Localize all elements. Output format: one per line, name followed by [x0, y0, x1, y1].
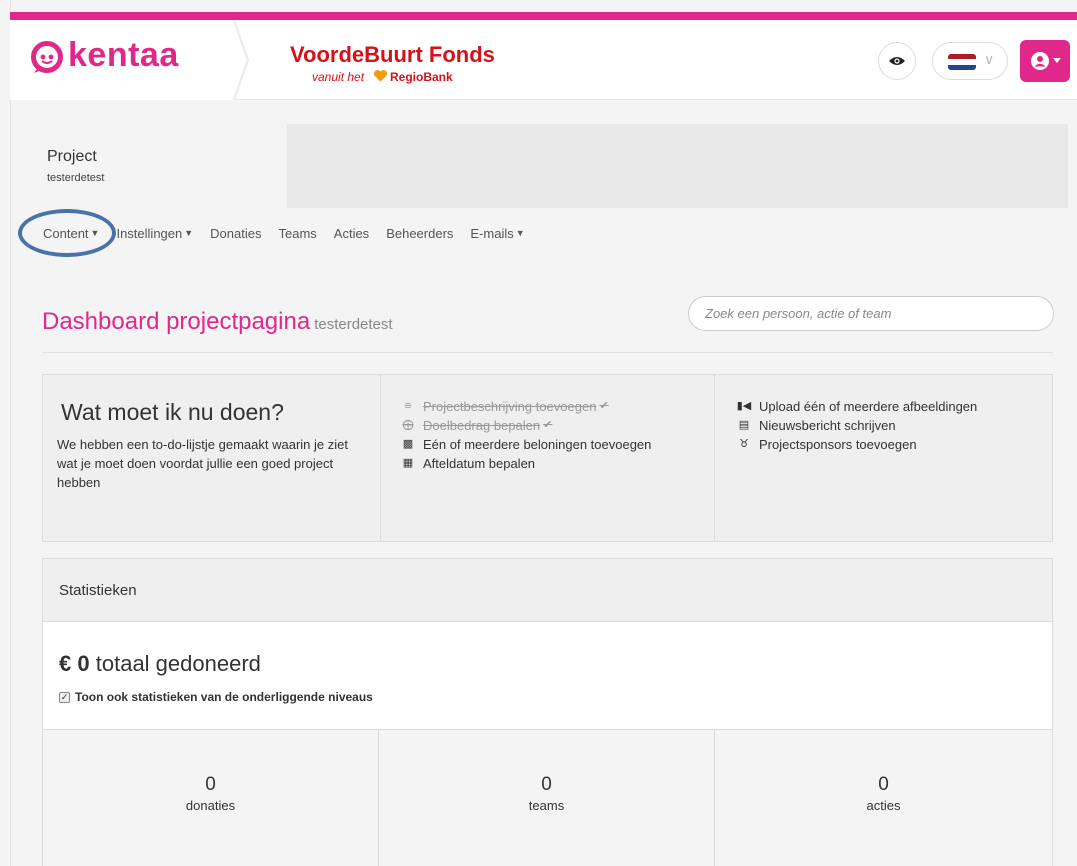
task-item[interactable]: ⨁ Doelbedrag bepalen ✔ — [400, 416, 651, 435]
eye-icon — [889, 57, 905, 65]
language-select[interactable]: ∨ — [932, 42, 1008, 80]
video-camera-icon: ▮◀ — [736, 400, 752, 412]
check-icon: ✔ — [599, 400, 609, 412]
counter-label: acties — [866, 798, 901, 813]
task-item[interactable]: ▦ Afteldatum bepalen — [400, 454, 651, 473]
preview-button[interactable] — [878, 42, 916, 80]
calendar-icon: ▦ — [402, 457, 414, 469]
counter-teams: 0 teams — [379, 730, 715, 866]
project-tab-bar: Project testerdetest — [27, 124, 1068, 208]
page-title-project: testerdetest — [314, 316, 393, 333]
page-title: Dashboard projectpagina testerdetest — [42, 308, 393, 335]
task-item[interactable]: ≡ Projectbeschrijving toevoegen ✔ — [400, 397, 651, 416]
counter-label: teams — [528, 798, 565, 813]
task-list: ≡ Projectbeschrijving toevoegen ✔ ⨁ Doelbed… — [400, 397, 652, 473]
counter-donaties: 0 donaties — [43, 730, 379, 866]
caret-down-icon: ▼ — [184, 228, 194, 238]
todo-heading: Wat moet ik nu doen? — [61, 399, 284, 425]
logo-separator — [220, 20, 250, 100]
nav-instellingen[interactable]: Instellingen ▼ — [116, 226, 193, 241]
counter-label: donaties — [185, 798, 236, 813]
top-header: kentaa VoordeBuurt Fonds vanuit het Regi… — [10, 20, 1077, 100]
counter-value: 0 — [205, 774, 216, 795]
caret-down-icon: ▼ — [515, 228, 525, 238]
top-accent-bar — [10, 12, 1077, 20]
brand-subtitle: vanuit het — [312, 70, 365, 84]
counter-acties: 0 acties — [715, 730, 1052, 866]
align-left-icon: ≡ — [404, 400, 412, 412]
crosshairs-icon: ⨁ — [402, 419, 414, 431]
todo-panel: Wat moet ik nu doen? We hebben een to-do… — [42, 374, 1053, 542]
task-list: ▮◀ Upload één of meerdere afbeeldingen ▤ N… — [736, 397, 978, 454]
total-amount: € 0 — [59, 651, 90, 676]
nav-teams[interactable]: Teams — [278, 226, 316, 241]
brand-bank: RegioBank — [390, 70, 453, 84]
heart-icon — [373, 70, 388, 82]
total-donated: € 0 totaal gedoneerd — [59, 651, 261, 677]
nl-flag-icon — [948, 54, 976, 70]
stat-counters: 0 donaties 0 teams 0 acties — [43, 729, 1052, 866]
nav-emails[interactable]: E-mails ▼ — [470, 226, 524, 241]
sub-levels-toggle[interactable]: ✓ Toon ook statistieken van de onderligg… — [59, 690, 373, 704]
user-icon — [1030, 52, 1049, 70]
statistics-header: Statistieken — [43, 559, 1052, 622]
project-tab[interactable]: Project testerdetest — [27, 124, 287, 208]
search-input[interactable] — [688, 296, 1054, 331]
kentaa-logo-icon — [31, 41, 63, 73]
divider — [42, 352, 1053, 353]
nav-beheerders[interactable]: Beheerders — [386, 226, 453, 241]
sponsor-icon: ♉ — [739, 438, 749, 450]
chevron-down-icon: ∨ — [984, 51, 995, 67]
kentaa-logo[interactable]: kentaa — [10, 20, 235, 100]
counter-value: 0 — [541, 774, 552, 795]
project-nav: Content ▼ Instellingen ▼ Donaties Teams Ac… — [43, 226, 542, 241]
statistics-title: Statistieken — [59, 582, 137, 599]
logo-text: kentaa — [68, 36, 179, 74]
total-label: totaal gedoneerd — [95, 651, 261, 676]
newspaper-icon: ▤ — [738, 419, 750, 431]
todo-description: We hebben een to-do-lijstje gemaakt waar… — [57, 437, 348, 490]
project-label: Project — [47, 148, 97, 165]
task-item[interactable]: ▩ Eén of meerdere beloningen toevoegen — [400, 435, 652, 454]
brand-title: VoordeBuurt Fonds — [290, 42, 495, 67]
sub-levels-label: Toon ook statistieken van de onderliggen… — [75, 690, 373, 704]
column-divider — [714, 375, 715, 541]
user-menu-button[interactable] — [1020, 40, 1070, 82]
task-item[interactable]: ▤ Nieuwsbericht schrijven — [736, 416, 977, 435]
task-item[interactable]: ▮◀ Upload één of meerdere afbeeldingen — [736, 397, 978, 416]
nav-donaties[interactable]: Donaties — [210, 226, 261, 241]
statistics-panel: Statistieken € 0 totaal gedoneerd ✓ Toon… — [42, 558, 1053, 866]
column-divider — [380, 375, 381, 541]
counter-value: 0 — [878, 774, 889, 795]
gift-icon: ▩ — [402, 438, 414, 450]
nav-acties[interactable]: Acties — [334, 226, 369, 241]
sub-levels-checkbox[interactable]: ✓ — [59, 691, 70, 703]
check-icon: ✔ — [543, 419, 553, 431]
task-item[interactable]: ♉ Projectsponsors toevoegen — [736, 435, 977, 454]
project-name: testerdetest — [47, 172, 105, 184]
caret-down-icon — [1052, 58, 1061, 63]
highlight-oval-annotation — [18, 209, 116, 257]
